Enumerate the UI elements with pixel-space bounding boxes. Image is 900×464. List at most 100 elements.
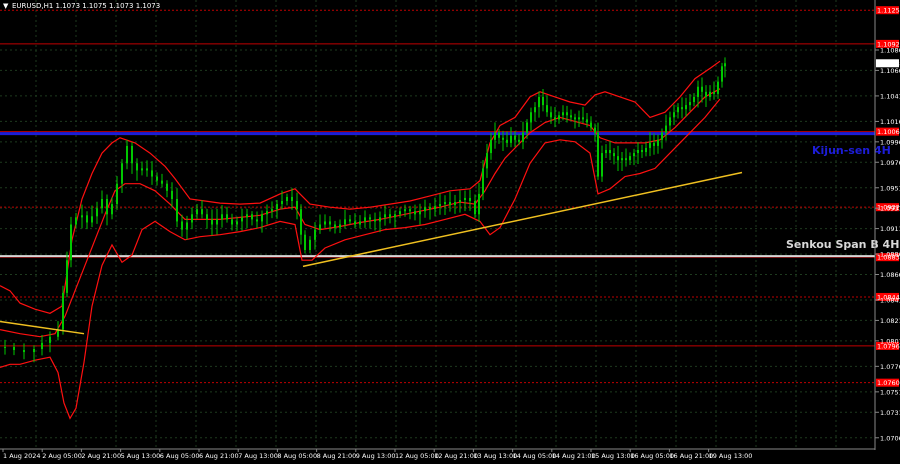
candle-body xyxy=(601,153,603,177)
price-tick-label: 1.1086 xyxy=(880,47,900,55)
candle-body xyxy=(304,234,306,251)
candle-body xyxy=(693,96,695,103)
price-tick-label: 1.1066 xyxy=(880,67,900,75)
candle-body xyxy=(498,132,500,138)
candle-body xyxy=(721,66,723,82)
level-price-label: 1.1125 xyxy=(877,7,900,15)
candle-body xyxy=(324,221,326,225)
candle-body xyxy=(724,63,726,67)
time-tick-label: 16 Aug 21:00 xyxy=(669,452,713,460)
candle-body xyxy=(70,224,72,261)
candle-body xyxy=(689,102,691,106)
candle-body xyxy=(629,156,631,161)
price-tick-label: 1.0776 xyxy=(880,363,900,371)
candle-body xyxy=(231,219,233,225)
candle-body xyxy=(469,197,471,202)
candle-body xyxy=(633,153,635,157)
time-tick-label: 12 Aug 05:00 xyxy=(395,452,439,460)
candle-body xyxy=(81,215,83,218)
candle-body xyxy=(91,216,93,223)
candle-body xyxy=(566,112,568,116)
candle-body xyxy=(641,150,643,153)
candle-body xyxy=(236,221,238,225)
candle-body xyxy=(261,214,263,222)
price-tick-label: 1.0886 xyxy=(880,251,900,259)
candle-body xyxy=(206,214,208,220)
candle-body xyxy=(645,147,647,153)
candle-body xyxy=(409,209,411,212)
price-tick-label: 1.0866 xyxy=(880,271,900,279)
candle-body xyxy=(474,201,476,215)
time-tick-label: 14 Aug 21:00 xyxy=(552,452,596,460)
candle-body xyxy=(538,96,540,108)
price-chart[interactable]: 1.11251.10921.10061.09321.08831.08441.07… xyxy=(0,0,900,460)
candle-body xyxy=(106,198,108,215)
time-tick-label: 8 Aug 05:00 xyxy=(277,452,317,460)
kijun-sen-label: Kijun-sen 4H xyxy=(812,144,891,157)
candle-body xyxy=(673,112,675,118)
candle-body xyxy=(482,168,484,194)
candle-body xyxy=(661,132,663,140)
candle-body xyxy=(590,122,592,128)
candle-body xyxy=(570,115,572,118)
candle-body xyxy=(562,112,564,116)
price-tick-label: 1.0706 xyxy=(880,434,900,442)
candle-body xyxy=(221,214,223,220)
candle-body xyxy=(414,211,416,215)
candle-body xyxy=(49,336,51,343)
candle-body xyxy=(522,132,524,142)
candle-body xyxy=(444,202,446,205)
price-tick-label: 1.0951 xyxy=(880,184,900,192)
candle-body xyxy=(246,214,248,218)
candle-body xyxy=(161,180,163,184)
candle-body xyxy=(546,105,548,113)
candle-body xyxy=(459,200,461,203)
price-tick-label: 1.0821 xyxy=(880,317,900,325)
candle-body xyxy=(605,150,607,154)
candle-body xyxy=(329,221,331,225)
candle-body xyxy=(41,342,43,349)
candle-body xyxy=(156,176,158,181)
candle-body xyxy=(354,221,356,225)
candle-body xyxy=(404,209,406,212)
price-tick-label: 1.1016 xyxy=(880,118,900,126)
candle-body xyxy=(705,91,707,97)
candle-body xyxy=(121,163,123,184)
candle-body xyxy=(384,214,386,218)
candle-body xyxy=(211,219,213,225)
time-tick-label: 9 Aug 13:00 xyxy=(356,452,396,460)
candle-body xyxy=(419,211,421,215)
time-tick-label: 7 Aug 13:00 xyxy=(238,452,278,460)
candle-body xyxy=(369,217,371,220)
symbol-arrow-icon[interactable]: ▼ xyxy=(3,2,9,10)
candle-body xyxy=(171,190,173,199)
candle-body xyxy=(582,117,584,120)
candle-body xyxy=(226,214,228,220)
candle-body xyxy=(266,211,268,215)
candle-body xyxy=(196,209,198,215)
candle-body xyxy=(319,224,321,230)
time-tick-label: 2 Aug 05:00 xyxy=(42,452,82,460)
time-tick-label: 6 Aug 05:00 xyxy=(160,452,200,460)
candle-body xyxy=(613,153,615,157)
candle-body xyxy=(62,292,64,330)
chart-window[interactable]: 1.1125 1.1092 1.1006 1.0932 1.0883 1.0844 1.07… xyxy=(0,0,900,460)
time-tick-label: 2 Aug 21:00 xyxy=(81,452,121,460)
candle-body xyxy=(13,346,15,351)
candle-body xyxy=(429,207,431,210)
candle-body xyxy=(625,158,627,161)
time-tick-label: 13 Aug 13:00 xyxy=(473,452,517,460)
time-tick-label: 14 Aug 05:00 xyxy=(513,452,557,460)
candle-body xyxy=(111,204,113,215)
symbol-header: EURUSD,H1 1.1073 1.1075 1.1073 1.1073 xyxy=(12,2,160,10)
candle-body xyxy=(502,137,504,140)
candle-body xyxy=(146,168,148,171)
candle-body xyxy=(518,139,520,142)
candle-body xyxy=(176,198,178,222)
candle-body xyxy=(96,208,98,217)
price-tick-label: 1.0801 xyxy=(880,337,900,345)
candle-body xyxy=(554,117,556,120)
candle-body xyxy=(526,122,528,133)
senkou-span-b-label: Senkou Span B 4H xyxy=(786,238,899,251)
price-tick-label: 1.0841 xyxy=(880,297,900,305)
